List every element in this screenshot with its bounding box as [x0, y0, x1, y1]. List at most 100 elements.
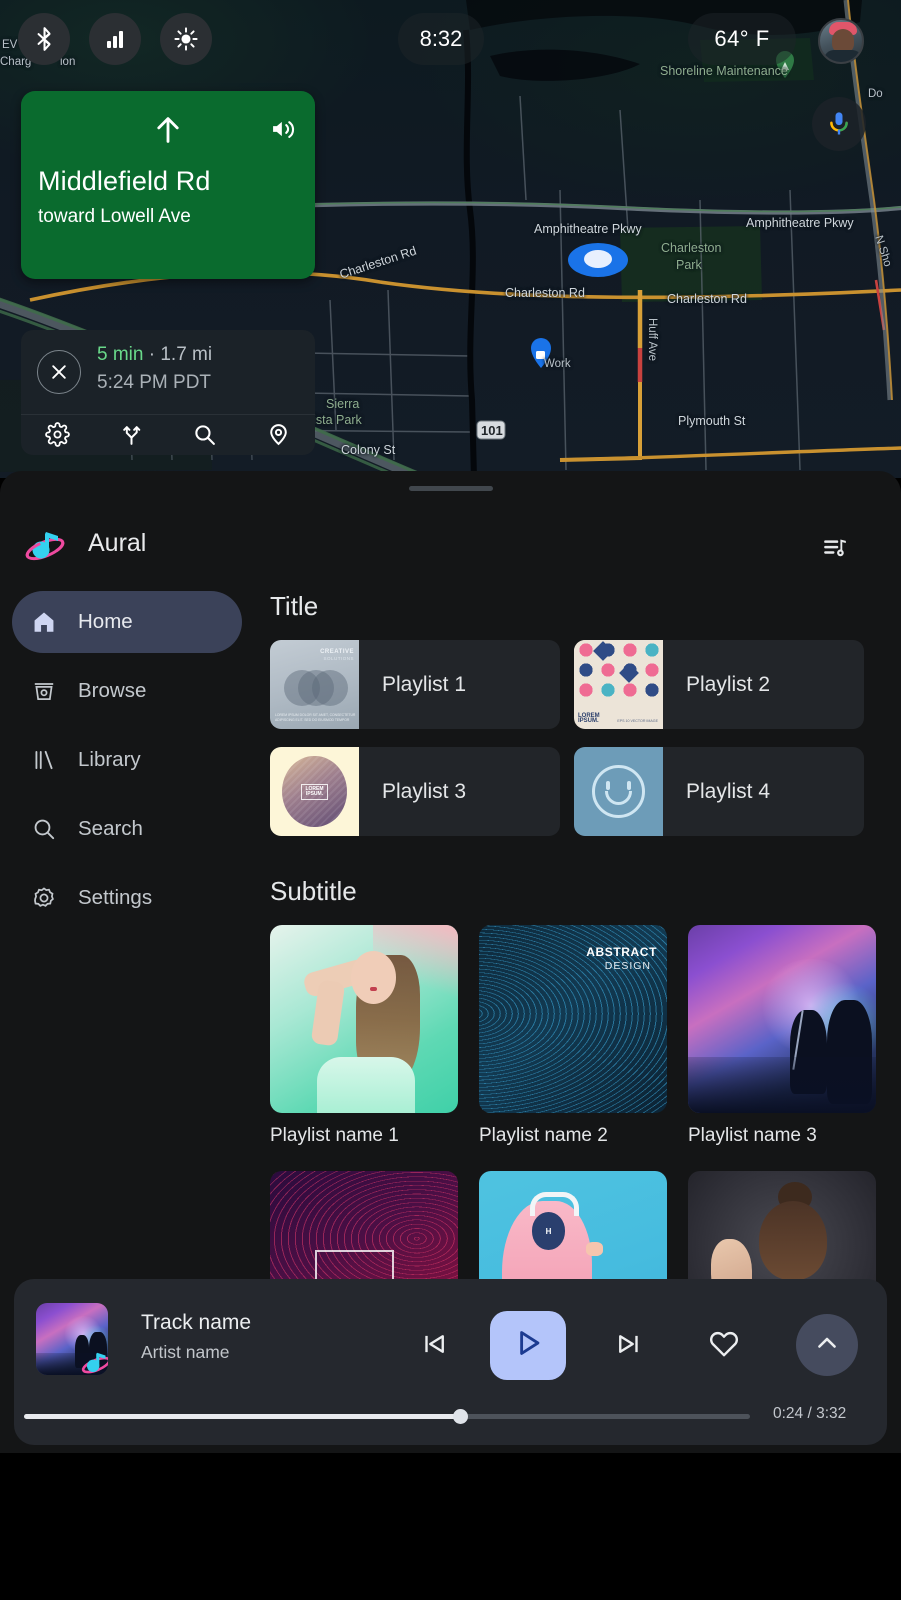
brightness-icon[interactable] — [160, 13, 212, 65]
sidebar-item-label: Library — [78, 748, 141, 771]
artwork-text: DESIGN — [604, 960, 651, 972]
eta-toolbar — [21, 414, 315, 455]
progress-thumb[interactable] — [452, 1409, 468, 1424]
sidebar: Home Browse Library Search Settings — [0, 591, 258, 1011]
previous-track-button[interactable] — [410, 1322, 458, 1370]
clock: 8:32 — [398, 13, 484, 65]
bluetooth-icon[interactable] — [18, 13, 70, 65]
playlist-name: Playlist 1 — [382, 672, 467, 696]
volume-on-icon[interactable] — [269, 115, 297, 148]
artwork-text: LOREM IPSUM DOLOR SIT AMET, CONSECTETUR … — [275, 712, 356, 722]
artwork-text: SOLUTIONS — [323, 656, 354, 661]
section-subtitle: Subtitle — [270, 876, 357, 906]
straight-arrow-icon — [151, 113, 185, 152]
eta-duration-distance: 5 min · 1.7 mi — [97, 344, 212, 366]
settings-gear-icon — [30, 884, 58, 912]
playlist-name: Playlist 2 — [686, 672, 771, 696]
expand-player-button[interactable] — [796, 1314, 858, 1376]
now-playing-artist: Artist name — [141, 1342, 230, 1362]
temperature: 64° F — [688, 13, 796, 65]
search-icon[interactable] — [168, 414, 242, 455]
heart-icon — [708, 1328, 740, 1365]
playlist-card-row: CREATIVE SOLUTIONS LOREM IPSUM DOLOR SIT… — [270, 640, 901, 729]
playlist-name: Playlist name 3 — [688, 1125, 817, 1146]
eta-separator: · — [143, 344, 161, 365]
artwork-text: EPS 10 VECTOR IMAGE — [617, 719, 658, 723]
section-title: Title — [270, 591, 319, 621]
playlist-name: Playlist name 1 — [270, 1125, 399, 1146]
playlist-name: Playlist 4 — [686, 779, 771, 803]
playlist-card[interactable]: LOREM IPSUM. EPS 10 VECTOR IMAGE Playlis… — [574, 640, 864, 729]
drag-handle[interactable] — [408, 486, 493, 491]
home-icon — [30, 608, 58, 636]
playlist-tile[interactable]: Playlist name 3 — [688, 925, 876, 1147]
sidebar-item-library[interactable]: Library — [12, 729, 242, 791]
sidebar-item-label: Home — [78, 610, 133, 633]
navigation-instruction-card[interactable]: Middlefield Rd toward Lowell Ave — [21, 91, 315, 279]
mic-icon — [830, 112, 848, 135]
playlist-artwork — [270, 925, 458, 1113]
close-icon[interactable] — [37, 350, 81, 394]
playlist-card-row: LOREM IPSUM. Playlist 3 Playlist 4 — [270, 747, 901, 836]
sidebar-item-label: Settings — [78, 886, 153, 909]
sidebar-item-browse[interactable]: Browse — [12, 660, 242, 722]
progress-fill — [24, 1414, 460, 1419]
system-bar — [0, 1453, 901, 1600]
playlist-card[interactable]: CREATIVE SOLUTIONS LOREM IPSUM DOLOR SIT… — [270, 640, 560, 729]
assistant-mic-button[interactable] — [812, 97, 866, 151]
aural-music-note-logo — [80, 1345, 108, 1375]
favorite-button[interactable] — [700, 1322, 748, 1370]
alternate-routes-icon[interactable] — [95, 414, 169, 455]
playlist-artwork — [574, 747, 663, 836]
artwork-text: CREATIVE — [320, 649, 354, 655]
playlist-artwork — [688, 925, 876, 1113]
playlist-tile[interactable]: ABSTRACT DESIGN Playlist name 2 — [479, 925, 667, 1147]
status-bar: 8:32 64° F — [0, 0, 901, 78]
location-pin-icon[interactable] — [242, 414, 316, 455]
sidebar-item-settings[interactable]: Settings — [12, 867, 242, 929]
sidebar-item-label: Browse — [78, 679, 147, 702]
next-track-button[interactable] — [605, 1322, 653, 1370]
queue-music-icon[interactable] — [816, 531, 854, 565]
chevron-up-icon — [813, 1329, 841, 1362]
eta-duration: 5 min — [97, 344, 144, 365]
playback-time: 0:24 / 3:32 — [773, 1405, 847, 1422]
playlist-name: Playlist name 2 — [479, 1125, 608, 1146]
sidebar-item-search[interactable]: Search — [12, 798, 242, 860]
signal-bars-icon[interactable] — [89, 13, 141, 65]
play-icon — [511, 1326, 545, 1365]
playback-progress-bar[interactable] — [24, 1409, 750, 1424]
playlist-tile-row: Playlist name 1 ABSTRACT DESIGN Playlist… — [270, 925, 901, 1147]
now-playing-artwork[interactable] — [36, 1303, 108, 1375]
playlist-name: Playlist 3 — [382, 779, 467, 803]
artwork-text: LOREM IPSUM. — [301, 783, 328, 800]
aural-music-note-logo — [24, 523, 68, 567]
search-icon — [30, 815, 58, 843]
artwork-text: LOREM IPSUM. — [578, 712, 600, 725]
artwork-text: H — [531, 1212, 566, 1250]
playlist-artwork: CREATIVE SOLUTIONS LOREM IPSUM DOLOR SIT… — [270, 640, 359, 729]
artwork-text: ABSTRACT — [586, 945, 657, 959]
app-name: Aural — [88, 529, 147, 557]
skip-previous-icon — [419, 1329, 449, 1364]
nav-toward-text: toward Lowell Ave — [38, 206, 191, 227]
skip-next-icon — [614, 1329, 644, 1364]
sidebar-item-home[interactable]: Home — [12, 591, 242, 653]
browse-icon — [30, 677, 58, 705]
playlist-artwork: LOREM IPSUM. EPS 10 VECTOR IMAGE — [574, 640, 663, 729]
playlist-artwork: ABSTRACT DESIGN — [479, 925, 667, 1113]
route-settings-icon[interactable] — [21, 414, 95, 455]
eta-card: 5 min · 1.7 mi 5:24 PM PDT — [21, 330, 315, 455]
playlist-card[interactable]: LOREM IPSUM. Playlist 3 — [270, 747, 560, 836]
now-playing-track: Track name — [141, 1311, 252, 1334]
play-button[interactable] — [490, 1311, 566, 1380]
eta-distance: 1.7 mi — [160, 344, 213, 365]
playlist-card[interactable]: Playlist 4 — [574, 747, 864, 836]
eta-arrival-time: 5:24 PM PDT — [97, 372, 212, 393]
playlist-tile[interactable]: Playlist name 1 — [270, 925, 458, 1147]
playlist-artwork: LOREM IPSUM. — [270, 747, 359, 836]
nav-road-name: Middlefield Rd — [38, 166, 211, 196]
avatar[interactable] — [818, 18, 864, 64]
sidebar-item-label: Search — [78, 817, 143, 840]
library-icon — [30, 746, 58, 774]
